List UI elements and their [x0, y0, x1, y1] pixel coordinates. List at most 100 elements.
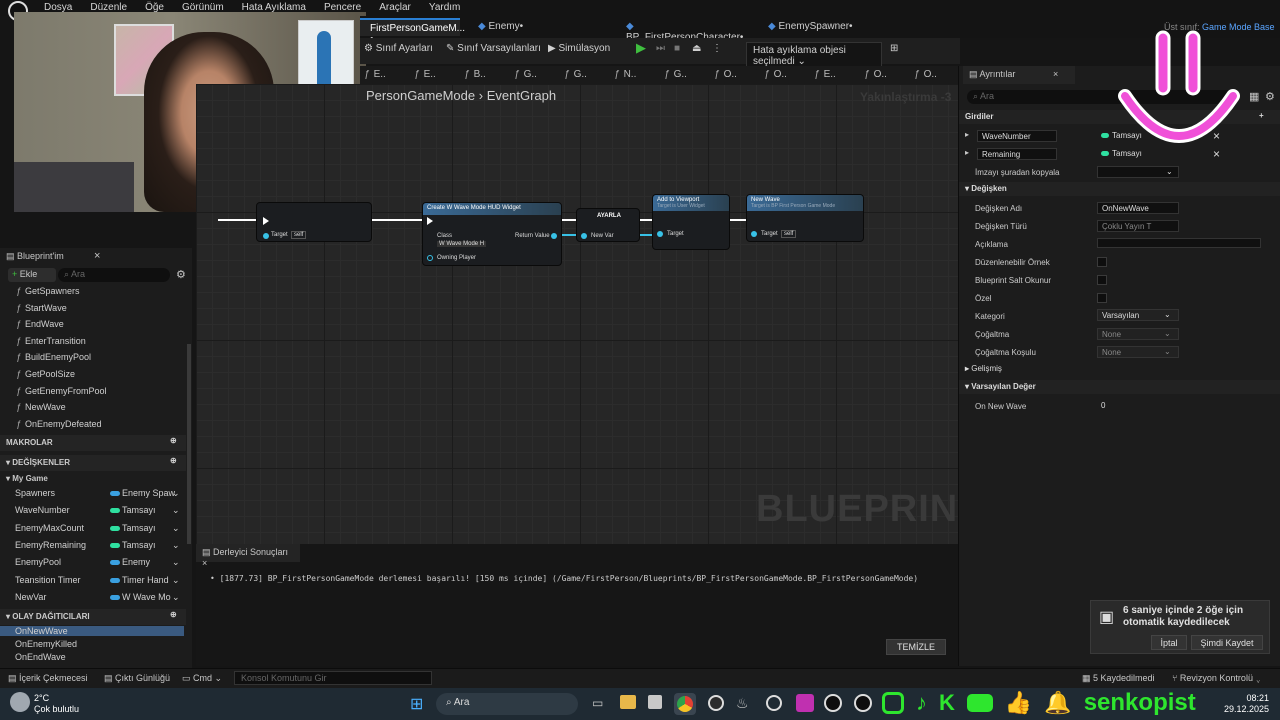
settings-gear-icon[interactable]: ⚙: [1265, 90, 1275, 103]
graph-tab[interactable]: ƒ B..: [464, 69, 486, 80]
obs-icon[interactable]: [708, 695, 724, 711]
steam-icon[interactable]: ♨: [736, 695, 749, 712]
graph-tab[interactable]: ƒ G..: [564, 69, 587, 80]
menu-item[interactable]: Araçlar: [379, 2, 411, 13]
input-name-field[interactable]: WaveNumber: [977, 130, 1057, 142]
app-icon[interactable]: [766, 695, 782, 711]
graph-tab[interactable]: ƒ E..: [364, 69, 386, 80]
chevron-down-icon[interactable]: ⌄: [172, 592, 180, 603]
unreal-engine-icon[interactable]: [854, 694, 872, 712]
revision-control-button[interactable]: ⑂ Revizyon Kontrolü ⌄: [1172, 673, 1261, 683]
output-log-button[interactable]: ▤ Çıktı Günlüğü: [104, 673, 170, 684]
default-value-header[interactable]: ▾ Varsayılan Değer: [959, 380, 1280, 394]
breadcrumb-class[interactable]: PersonGameMode: [366, 88, 475, 103]
search-input[interactable]: ⌕ Ara: [58, 268, 170, 282]
taskbar-search[interactable]: ⌕ Ara: [436, 693, 578, 715]
chevron-down-icon[interactable]: ⌄: [172, 557, 180, 568]
variables-section[interactable]: ▾ DEĞİŞKENLER ⊕: [0, 455, 186, 471]
function-item[interactable]: ƒ GetEnemyFromPool: [16, 386, 107, 396]
readonly-checkbox[interactable]: [1097, 275, 1107, 285]
menu-item[interactable]: Yardım: [429, 2, 461, 13]
default-value-input[interactable]: 0: [1097, 400, 1179, 412]
chevron-down-icon[interactable]: ⌄: [172, 488, 180, 499]
chevron-right-icon[interactable]: ▸: [965, 130, 969, 139]
variable-type[interactable]: Tamsayı: [122, 540, 156, 550]
variable-name[interactable]: Spawners: [15, 488, 55, 498]
app-icon-purple[interactable]: [796, 694, 814, 712]
pin-value[interactable]: W Wave Mode H: [437, 241, 487, 247]
chevron-down-icon[interactable]: ⌄: [172, 575, 180, 586]
replication-select[interactable]: None ⌄: [1097, 328, 1179, 340]
play-icon[interactable]: ▶: [636, 40, 646, 56]
exec-in-pin[interactable]: [263, 217, 269, 225]
variable-name[interactable]: WaveNumber: [15, 505, 70, 515]
scrollbar[interactable]: [187, 344, 191, 544]
create-widget-node[interactable]: Create W Wave Mode HUD Widget Class W Wa…: [422, 202, 562, 266]
table-view-icon[interactable]: ▦: [1249, 90, 1259, 103]
graph-tab[interactable]: ƒ E..: [814, 69, 836, 80]
target-pin[interactable]: [263, 233, 269, 239]
tab-spawner[interactable]: ◆ EnemySpawner•: [758, 18, 898, 36]
add-to-viewport-node[interactable]: Add to Viewport Target is User Widget Tar…: [652, 194, 730, 250]
chrome-icon[interactable]: [674, 693, 696, 715]
graph-tab[interactable]: ƒ O..: [914, 69, 937, 80]
dispatchers-section[interactable]: ▾ OLAY DAĞITICILARI ⊕: [0, 609, 186, 625]
clear-button[interactable]: TEMİZLE: [886, 639, 946, 655]
graph-tab[interactable]: ƒ O..: [764, 69, 787, 80]
description-input[interactable]: [1097, 238, 1261, 248]
variable-header[interactable]: ▾ Değişken: [959, 182, 1280, 196]
chevron-down-icon[interactable]: ⌄: [172, 505, 180, 516]
variable-type[interactable]: Enemy Spaw: [122, 488, 175, 498]
dispatcher-item[interactable]: OnNewWave: [0, 626, 184, 636]
graph-tab[interactable]: ƒ N..: [614, 69, 636, 80]
close-icon[interactable]: ×: [202, 558, 207, 568]
target-pin[interactable]: [657, 231, 663, 237]
add-icon[interactable]: ⊕: [170, 456, 177, 465]
function-item[interactable]: ƒ OnEnemyDefeated: [16, 419, 102, 429]
class-settings-button[interactable]: ⚙ Sınıf Ayarları: [364, 43, 433, 54]
clock[interactable]: 08:21 29.12.2025: [1224, 693, 1269, 715]
graph-tab[interactable]: ƒ G..: [514, 69, 537, 80]
graph-tab[interactable]: ƒ O..: [864, 69, 887, 80]
tab-enemy[interactable]: ◆ Enemy•: [468, 18, 608, 36]
variable-type[interactable]: Tamsayı: [122, 505, 156, 515]
class-defaults-button[interactable]: ✎ Sınıf Varsayılanları: [446, 43, 541, 54]
function-item[interactable]: ƒ EnterTransition: [16, 336, 86, 346]
variable-name[interactable]: Teansition Timer: [15, 575, 81, 585]
private-checkbox[interactable]: [1097, 293, 1107, 303]
variable-name[interactable]: EnemyPool: [15, 557, 61, 567]
stop-icon[interactable]: ■: [674, 43, 680, 54]
store-icon[interactable]: [648, 695, 662, 709]
new-var-pin[interactable]: [581, 233, 587, 239]
macros-section[interactable]: MAKROLAR ⊕: [0, 435, 186, 451]
function-item[interactable]: ƒ StartWave: [16, 303, 67, 313]
unsaved-button[interactable]: ▦ 5 Kaydedilmedi: [1082, 673, 1155, 684]
step-icon[interactable]: ⏭: [656, 43, 665, 54]
function-item[interactable]: ƒ GetPoolSize: [16, 369, 75, 379]
tab-game-mode[interactable]: FirstPersonGameM... •: [360, 18, 465, 45]
graph-tab[interactable]: ƒ O..: [714, 69, 737, 80]
save-now-button[interactable]: Şimdi Kaydet: [1191, 635, 1263, 650]
variable-type-select[interactable]: Çoklu Yayın T: [1097, 220, 1179, 232]
set-variable-node[interactable]: AYARLA New Var: [576, 208, 640, 242]
variable-name[interactable]: EnemyRemaining: [15, 540, 86, 550]
add-icon[interactable]: ⊕: [170, 610, 177, 619]
add-input-icon[interactable]: +: [1259, 111, 1264, 120]
task-view-icon[interactable]: ▭: [592, 696, 603, 710]
close-icon[interactable]: ×: [1053, 69, 1058, 79]
chevron-right-icon[interactable]: ▸: [965, 148, 969, 157]
file-explorer-icon[interactable]: [620, 695, 636, 709]
chevron-down-icon[interactable]: ⌄: [172, 523, 180, 534]
close-icon[interactable]: ×: [94, 250, 100, 262]
replication-condition-select[interactable]: None ⌄: [1097, 346, 1179, 358]
advanced-header[interactable]: ▸ Gelişmiş: [959, 362, 1280, 376]
add-icon[interactable]: ⊕: [170, 436, 177, 445]
exec-in-pin[interactable]: [427, 217, 433, 225]
chevron-down-icon[interactable]: ⌄: [172, 540, 180, 551]
function-call-node[interactable]: Target self: [256, 202, 372, 242]
new-wave-node[interactable]: New Wave Target is BP First Person Game M…: [746, 194, 864, 242]
variable-type[interactable]: W Wave Mo: [122, 592, 171, 602]
content-drawer-button[interactable]: ▤ İçerik Çekmecesi: [8, 673, 88, 684]
return-value-pin[interactable]: [551, 233, 557, 239]
cmd-select[interactable]: ▭ Cmd ⌄: [182, 673, 222, 684]
